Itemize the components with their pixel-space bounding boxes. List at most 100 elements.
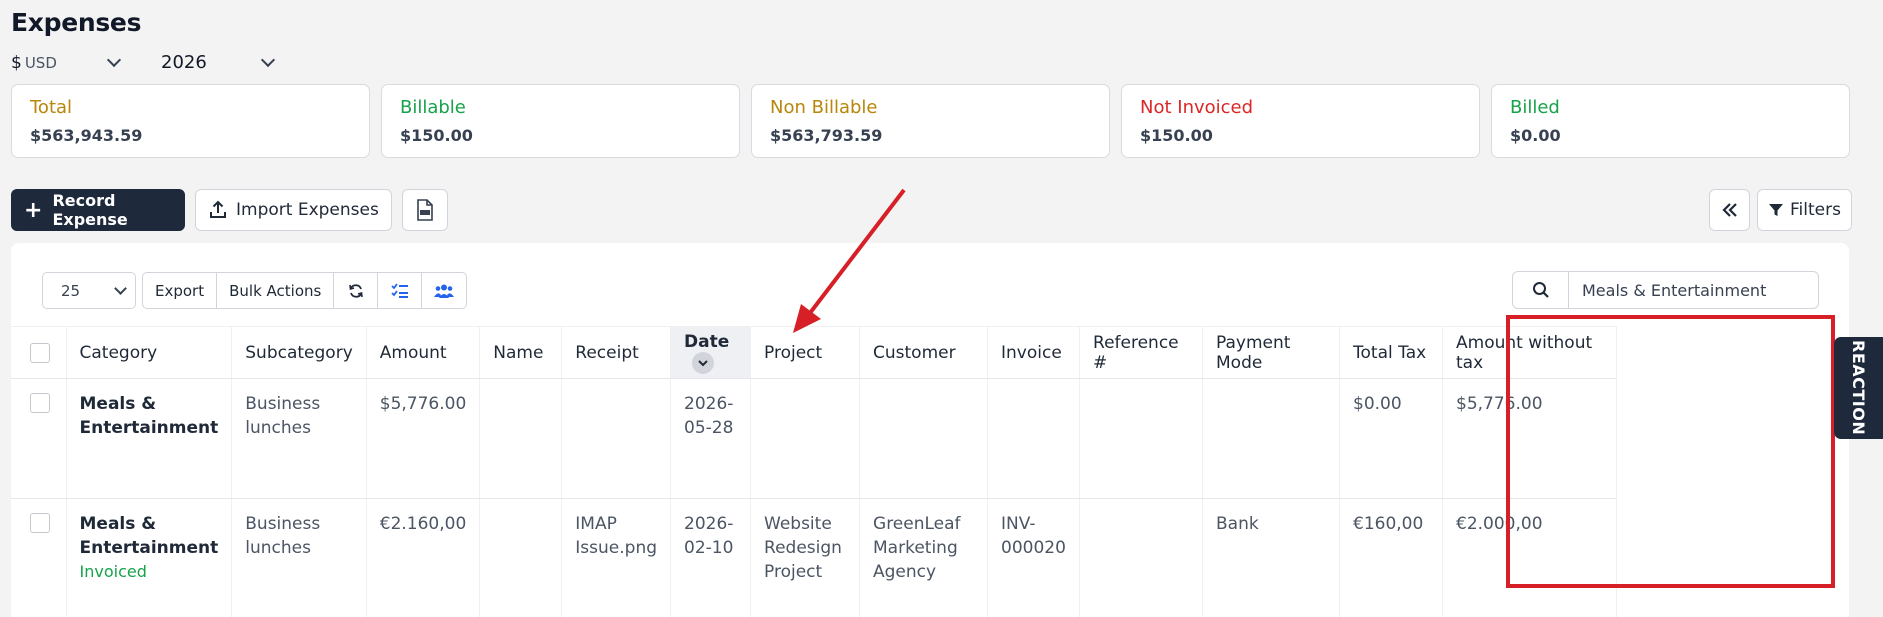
summary-cards: Total $563,943.59 Billable $150.00 Non B… — [11, 84, 1850, 158]
row-checkbox[interactable] — [30, 513, 50, 533]
column-header-name[interactable]: Name — [479, 326, 563, 379]
plus-icon: + — [24, 197, 43, 223]
column-header-subcategory[interactable]: Subcategory — [231, 326, 367, 379]
search-button[interactable] — [1513, 272, 1569, 308]
sort-chevron-icon[interactable] — [692, 351, 715, 374]
filter-icon — [1769, 204, 1783, 216]
select-all-cell — [11, 326, 67, 379]
column-header-payment-mode[interactable]: Payment Mode — [1202, 326, 1341, 379]
invoice-cell: INV-000020 — [987, 498, 1081, 617]
import-expenses-label: Import Expenses — [236, 200, 379, 220]
name-cell — [479, 378, 563, 499]
payment-mode-cell — [1202, 378, 1341, 499]
refresh-button[interactable] — [334, 273, 379, 308]
column-header-project[interactable]: Project — [750, 326, 861, 379]
category-link[interactable]: Meals & Entertainment — [80, 394, 219, 438]
card-value: $563,943.59 — [30, 126, 143, 145]
date-cell: 2026-05-28 — [670, 378, 752, 499]
search-input[interactable]: Meals & Entertainment — [1569, 272, 1766, 308]
row-checkbox[interactable] — [30, 393, 50, 413]
total-tax-cell: $0.00 — [1339, 378, 1444, 499]
filters-button[interactable]: Filters — [1757, 189, 1852, 231]
reaction-label: REACTION — [1849, 340, 1868, 436]
filters-label: Filters — [1790, 200, 1841, 220]
table-row[interactable]: Meals & Entertainment Business lunches $… — [11, 378, 1618, 499]
summary-card-billable[interactable]: Billable $150.00 — [381, 84, 740, 158]
card-label: Billed — [1510, 97, 1560, 118]
year-select[interactable]: 2026 — [161, 52, 276, 73]
checklist-icon — [391, 282, 408, 298]
page-size-select[interactable]: 25 — [42, 272, 136, 309]
pdf-export-button[interactable] — [401, 189, 448, 231]
column-header-invoice[interactable]: Invoice — [987, 326, 1081, 379]
customer-cell: GreenLeaf Marketing Agency — [859, 498, 989, 617]
summary-card-billed[interactable]: Billed $0.00 — [1491, 84, 1850, 158]
receipt-cell — [561, 378, 672, 499]
project-cell — [750, 378, 861, 499]
card-value: $150.00 — [1140, 126, 1213, 145]
card-label: Billable — [400, 97, 466, 118]
row-select-cell — [11, 378, 67, 499]
chevron-down-icon — [106, 52, 122, 67]
search-box: Meals & Entertainment — [1512, 271, 1819, 309]
summary-card-not-invoiced[interactable]: Not Invoiced $150.00 — [1121, 84, 1480, 158]
category-cell: Meals & Entertainment Invoiced — [66, 498, 233, 617]
summary-card-total[interactable]: Total $563,943.59 — [11, 84, 370, 158]
refresh-icon — [349, 283, 363, 298]
status-badge: Invoiced — [79, 562, 147, 581]
receipt-cell: IMAP Issue.png — [561, 498, 672, 617]
receipt-link[interactable]: IMAP Issue.png — [575, 514, 657, 558]
customer-cell — [859, 378, 989, 499]
column-header-date[interactable]: Date — [670, 326, 752, 379]
record-expense-label: Record Expense — [52, 191, 128, 229]
search-icon — [1532, 282, 1549, 298]
reference-cell — [1079, 498, 1204, 617]
date-header-label: Date — [684, 331, 730, 352]
card-value: $0.00 — [1510, 126, 1561, 145]
row-select-cell — [11, 498, 67, 617]
column-header-total-tax[interactable]: Total Tax — [1339, 326, 1444, 379]
team-button[interactable] — [422, 273, 466, 308]
users-icon — [434, 284, 455, 298]
column-header-customer[interactable]: Customer — [859, 326, 989, 379]
import-expenses-button[interactable]: Import Expenses — [195, 189, 392, 231]
collapse-button[interactable] — [1709, 189, 1750, 231]
page-title: Expenses — [11, 8, 142, 37]
currency-select[interactable]: $ USD — [11, 52, 123, 73]
summary-card-non-billable[interactable]: Non Billable $563,793.59 — [751, 84, 1110, 158]
column-header-amount[interactable]: Amount — [366, 326, 481, 379]
invoice-link[interactable]: INV-000020 — [1001, 514, 1066, 558]
table-header-row: Category Subcategory Amount Name Receipt… — [11, 326, 1618, 379]
column-header-receipt[interactable]: Receipt — [561, 326, 672, 379]
select-all-checkbox[interactable] — [30, 342, 50, 363]
subcategory-cell: Business lunches — [231, 498, 367, 617]
pdf-file-icon — [417, 199, 433, 221]
card-label: Total — [30, 97, 73, 118]
year-value: 2026 — [161, 52, 207, 73]
select-rows-button[interactable] — [378, 273, 423, 308]
currency-symbol: $ — [11, 52, 22, 73]
column-header-reference[interactable]: Reference # — [1079, 326, 1204, 379]
table-row[interactable]: Meals & Entertainment Invoiced Business l… — [11, 498, 1618, 617]
chevron-down-icon — [260, 52, 276, 67]
column-header-category[interactable]: Category — [66, 326, 233, 379]
category-cell: Meals & Entertainment — [66, 378, 233, 499]
card-value: $563,793.59 — [770, 126, 883, 145]
bulk-actions-button[interactable]: Bulk Actions — [217, 273, 335, 308]
tax-columns-highlight-box — [1506, 315, 1835, 588]
name-cell — [479, 498, 563, 617]
category-link[interactable]: Meals & Entertainment — [80, 514, 219, 558]
payment-mode-cell: Bank — [1202, 498, 1341, 617]
chevron-down-icon — [114, 281, 127, 295]
expenses-table: Category Subcategory Amount Name Receipt… — [11, 326, 1618, 617]
record-expense-button[interactable]: + Record Expense — [11, 189, 185, 231]
upload-icon — [210, 200, 226, 218]
card-value: $150.00 — [400, 126, 473, 145]
invoice-cell — [987, 378, 1081, 499]
reference-cell — [1079, 378, 1204, 499]
amount-cell: $5,776.00 — [366, 378, 481, 499]
card-label: Not Invoiced — [1140, 97, 1254, 118]
reaction-side-tab[interactable]: REACTION — [1834, 337, 1883, 439]
export-button[interactable]: Export — [143, 273, 218, 308]
project-cell: Website Redesign Project — [750, 498, 861, 617]
